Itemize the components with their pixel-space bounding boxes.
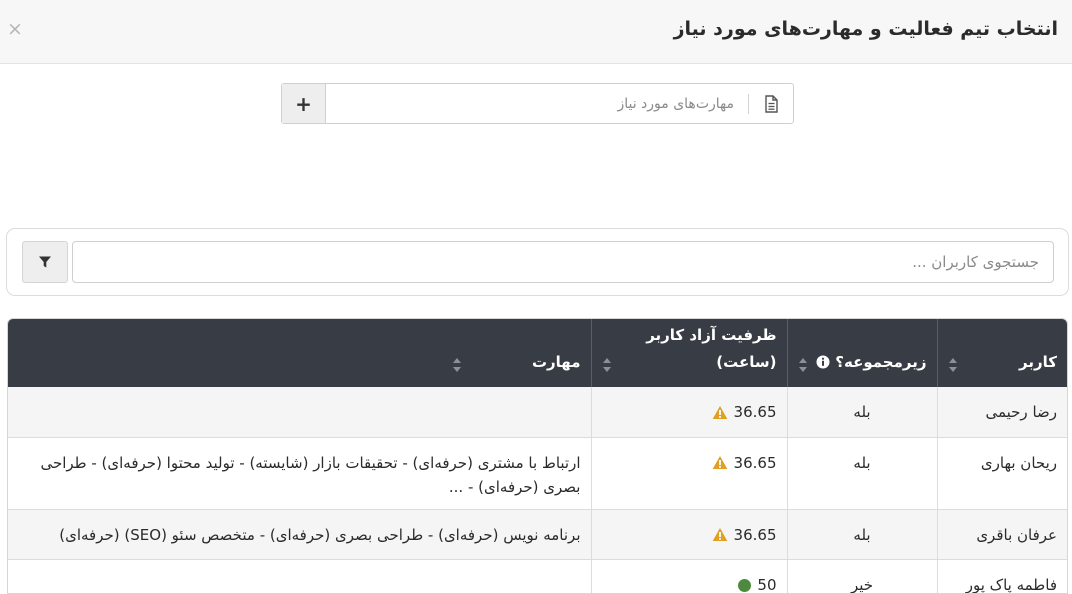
- column-header-subset-label: زیرمجموعه؟: [835, 353, 927, 371]
- table-row[interactable]: عرفان باقری بله 36.65 برنامه نویس (حرفه‌…: [8, 509, 1067, 560]
- cell-user: ریحان بهاری: [936, 437, 1067, 510]
- users-table: کاربر زیرمجموعه؟ ظرفیت آزاد کاربر (ساعت)…: [7, 318, 1068, 594]
- cell-user: رضا رحیمی: [936, 387, 1067, 438]
- cell-skill: ارتباط با مشتری (حرفه‌ای) - تحقیقات بازا…: [8, 437, 591, 510]
- modal-header: انتخاب تیم فعالیت و مهارت‌های مورد نیاز …: [0, 0, 1072, 64]
- cell-user: فاطمه پاک پور: [936, 559, 1067, 593]
- table-row[interactable]: ریحان بهاری بله 36.65 ارتباط با مشتری (ح…: [8, 437, 1067, 510]
- cell-skill: [8, 387, 591, 438]
- cell-capacity: 36.65: [590, 509, 787, 560]
- cell-subset: بله: [786, 509, 937, 560]
- cell-capacity: 36.65: [590, 387, 787, 438]
- add-skill-button[interactable]: +: [282, 84, 326, 123]
- warning-icon: [712, 405, 727, 419]
- warning-icon: [712, 456, 727, 469]
- cell-capacity: 36.65: [590, 437, 787, 510]
- table-row[interactable]: رضا رحیمی بله 36.65: [8, 387, 1067, 438]
- cell-subset: خیر: [786, 559, 937, 593]
- sort-icon: [948, 358, 957, 372]
- status-ok-dot-icon: [738, 578, 752, 592]
- capacity-value: 36.65: [733, 453, 777, 472]
- modal-title: انتخاب تیم فعالیت و مهارت‌های مورد نیاز: [673, 18, 1058, 40]
- column-header-skill[interactable]: مهارت: [8, 319, 591, 387]
- cell-capacity: 50: [590, 559, 787, 594]
- cell-subset: بله: [786, 437, 937, 510]
- skills-separator: [748, 94, 749, 114]
- close-button[interactable]: ×: [6, 16, 24, 42]
- cell-user: عرفان باقری: [936, 509, 1067, 560]
- info-icon[interactable]: [816, 355, 830, 369]
- sort-icon: [798, 358, 807, 372]
- skills-input-group: +: [281, 83, 794, 124]
- column-header-capacity-unit: (ساعت): [716, 353, 777, 371]
- column-header-subset[interactable]: زیرمجموعه؟: [786, 319, 937, 387]
- column-header-capacity[interactable]: ظرفیت آزاد کاربر (ساعت): [590, 319, 787, 387]
- filter-button[interactable]: [22, 241, 68, 283]
- filter-icon: [39, 256, 51, 268]
- document-icon: [765, 95, 778, 113]
- sort-icon: [452, 358, 461, 372]
- user-search-input[interactable]: [72, 241, 1054, 283]
- capacity-value: 50: [757, 576, 777, 594]
- cell-skill: [8, 559, 591, 593]
- table-header-row: کاربر زیرمجموعه؟ ظرفیت آزاد کاربر (ساعت)…: [8, 319, 1067, 387]
- table-row[interactable]: فاطمه پاک پور خیر 50: [8, 559, 1067, 594]
- sort-icon: [602, 358, 611, 372]
- capacity-value: 36.65: [733, 403, 777, 421]
- skills-input[interactable]: [326, 84, 750, 123]
- warning-icon: [712, 528, 727, 541]
- user-search-panel: [6, 228, 1069, 296]
- column-header-capacity-label: ظرفیت آزاد کاربر: [646, 326, 777, 344]
- column-header-skill-label: مهارت: [531, 353, 581, 371]
- cell-subset: بله: [786, 387, 937, 438]
- column-header-user[interactable]: کاربر: [936, 319, 1067, 387]
- capacity-value: 36.65: [733, 525, 777, 544]
- column-header-user-label: کاربر: [1019, 353, 1057, 371]
- cell-skill: برنامه نویس (حرفه‌ای) - طراحی بصری (حرفه…: [8, 509, 591, 560]
